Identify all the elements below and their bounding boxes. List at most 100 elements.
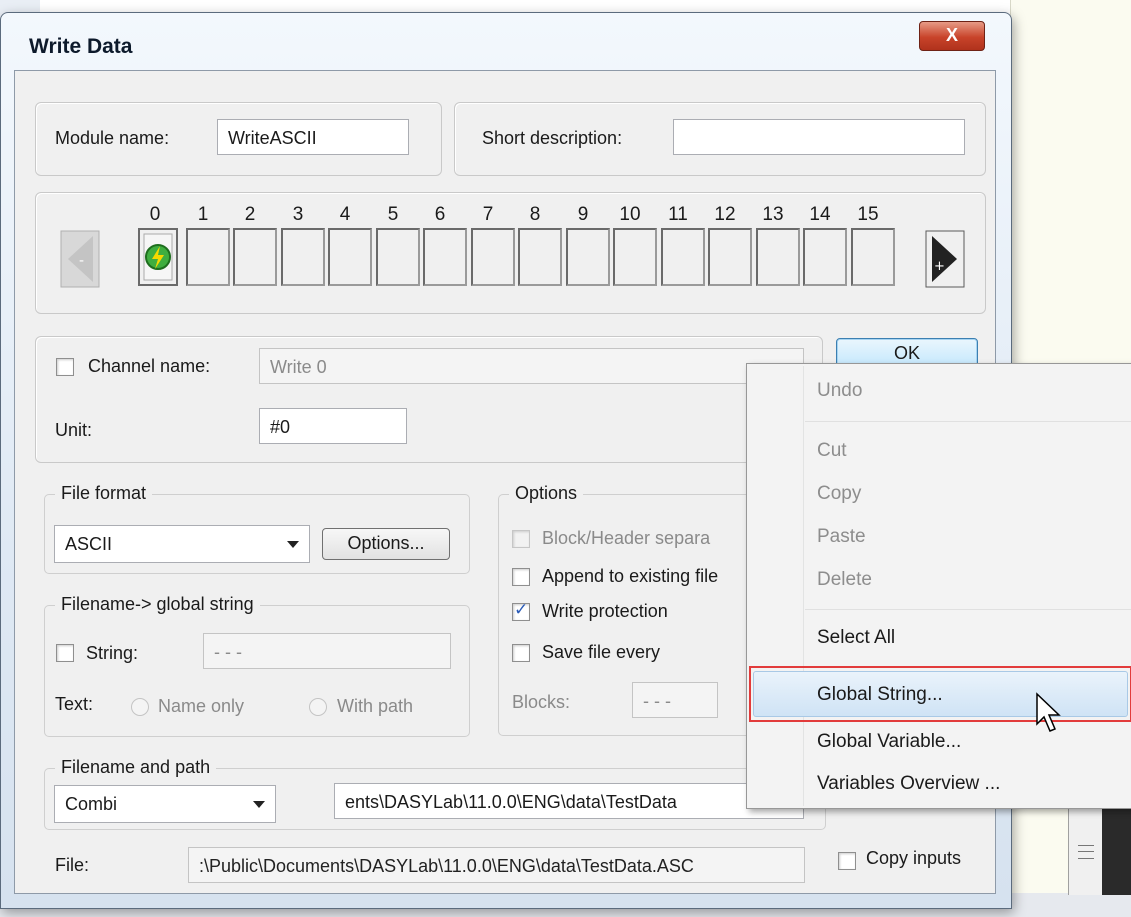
channel-slot[interactable]: [423, 228, 467, 286]
channel-number: 4: [339, 204, 351, 225]
write-protection-checkbox[interactable]: ✓: [512, 600, 530, 621]
menu-item-global-string[interactable]: Global String...: [817, 684, 943, 706]
background-scrollbar[interactable]: [1068, 805, 1104, 895]
string-checkbox[interactable]: [56, 644, 74, 662]
with-path-label: With path: [337, 696, 414, 716]
channel-slot[interactable]: [518, 228, 562, 286]
channel-slot[interactable]: [281, 228, 325, 286]
menu-item-global-variable[interactable]: Global Variable...: [817, 731, 961, 753]
close-button[interactable]: X: [919, 21, 985, 51]
string-label: String:: [86, 643, 139, 663]
channel-slot[interactable]: [566, 228, 610, 286]
scroll-grip-icon: [1078, 845, 1094, 859]
previous-channel-button[interactable]: -: [60, 230, 100, 288]
short-description-label: Short description:: [482, 128, 623, 148]
with-path-radio[interactable]: [309, 698, 327, 716]
channel-name-checkbox[interactable]: [56, 358, 74, 376]
svg-text:-: -: [79, 253, 84, 269]
menu-item-variables-overview[interactable]: Variables Overview ...: [817, 773, 1000, 795]
channel-number: 2: [244, 204, 256, 225]
append-label: Append to existing file: [542, 566, 719, 586]
file-format-value: ASCII: [65, 534, 113, 554]
blocks-label: Blocks:: [512, 692, 571, 712]
channel-number: 13: [762, 204, 784, 225]
menu-item-paste[interactable]: Paste: [817, 526, 866, 548]
channel-number: 6: [434, 204, 446, 225]
chevron-down-icon: [287, 541, 299, 548]
channel-slot[interactable]: [661, 228, 705, 286]
blocks-input[interactable]: - - -: [632, 682, 718, 718]
short-description-input[interactable]: [673, 119, 965, 155]
channel-slot[interactable]: [471, 228, 515, 286]
path-mode-select[interactable]: Combi: [54, 785, 276, 823]
next-channel-button[interactable]: +: [925, 230, 965, 288]
chevron-down-icon: [253, 801, 265, 808]
save-every-checkbox[interactable]: [512, 644, 530, 662]
lightning-channel-icon: [138, 228, 178, 286]
arrow-left-icon: -: [60, 230, 100, 288]
channel-slot[interactable]: [186, 228, 230, 286]
menu-item-delete[interactable]: Delete: [817, 569, 872, 591]
check-mark-icon: ✓: [514, 600, 529, 619]
svg-text:+: +: [934, 259, 945, 274]
write-protection-label: Write protection: [542, 601, 668, 621]
channel-number: 3: [292, 204, 304, 225]
path-mode-value: Combi: [65, 794, 118, 814]
block-header-label: Block/Header separa: [542, 528, 711, 548]
channel-number: 10: [619, 204, 641, 225]
channel-slot[interactable]: [708, 228, 752, 286]
channel-slot[interactable]: [613, 228, 657, 286]
filename-path-label: Filename and path: [55, 757, 217, 778]
text-label: Text:: [55, 694, 94, 714]
module-name-input[interactable]: WriteASCII: [217, 119, 409, 155]
channel-slot[interactable]: [233, 228, 277, 286]
context-menu: Undo Cut Copy Paste Delete Select All Gl…: [746, 363, 1131, 809]
copy-inputs-label: Copy inputs: [866, 848, 962, 868]
channel-number: 14: [809, 204, 831, 225]
background-dark-area: [1102, 805, 1131, 895]
channel-slot[interactable]: [376, 228, 420, 286]
file-format-label: File format: [55, 483, 153, 504]
menu-item-select-all[interactable]: Select All: [817, 627, 895, 649]
path-input[interactable]: ents\DASYLab\11.0.0\ENG\data\TestData: [334, 783, 804, 819]
channel-number: 0: [149, 204, 161, 225]
save-every-label: Save file every: [542, 642, 661, 662]
menu-item-undo[interactable]: Undo: [817, 380, 862, 402]
title-bar: Write Data X: [1, 13, 1011, 71]
unit-input[interactable]: #0: [259, 408, 407, 444]
arrow-right-icon: +: [925, 230, 965, 288]
string-input[interactable]: - - -: [203, 633, 451, 669]
menu-gutter: [803, 366, 804, 806]
file-path-display: :\Public\Documents\DASYLab\11.0.0\ENG\da…: [188, 847, 805, 883]
menu-separator: [805, 609, 1131, 610]
channel-name-input[interactable]: Write 0: [259, 348, 804, 384]
channel-slot[interactable]: [756, 228, 800, 286]
channel-slot[interactable]: [328, 228, 372, 286]
channel-number: 1: [197, 204, 209, 225]
menu-separator: [805, 421, 1131, 422]
channel-slot[interactable]: [851, 228, 895, 286]
append-checkbox[interactable]: [512, 568, 530, 586]
dialog-title: Write Data: [29, 35, 133, 58]
global-string-group: Filename-> global string: [44, 594, 470, 737]
name-only-radio[interactable]: [131, 698, 149, 716]
copy-inputs-checkbox[interactable]: [838, 852, 856, 870]
channel-number: 15: [857, 204, 879, 225]
channel-0-active[interactable]: [138, 228, 178, 286]
name-only-label: Name only: [158, 696, 245, 716]
options-label: Options: [509, 483, 584, 504]
channel-number: 7: [482, 204, 494, 225]
channel-number: 9: [577, 204, 589, 225]
mouse-pointer-icon: [1035, 692, 1063, 741]
block-header-checkbox[interactable]: [512, 530, 530, 548]
file-label: File:: [55, 855, 90, 875]
file-format-select[interactable]: ASCII: [54, 525, 310, 563]
menu-item-copy[interactable]: Copy: [817, 483, 861, 505]
channel-number: 11: [668, 204, 688, 225]
menu-item-cut[interactable]: Cut: [817, 440, 847, 462]
global-string-label: Filename-> global string: [55, 594, 260, 615]
channel-slot[interactable]: [803, 228, 847, 286]
format-options-button[interactable]: Options...: [322, 528, 450, 560]
channel-number: 12: [714, 204, 736, 225]
module-name-label: Module name:: [55, 128, 170, 148]
